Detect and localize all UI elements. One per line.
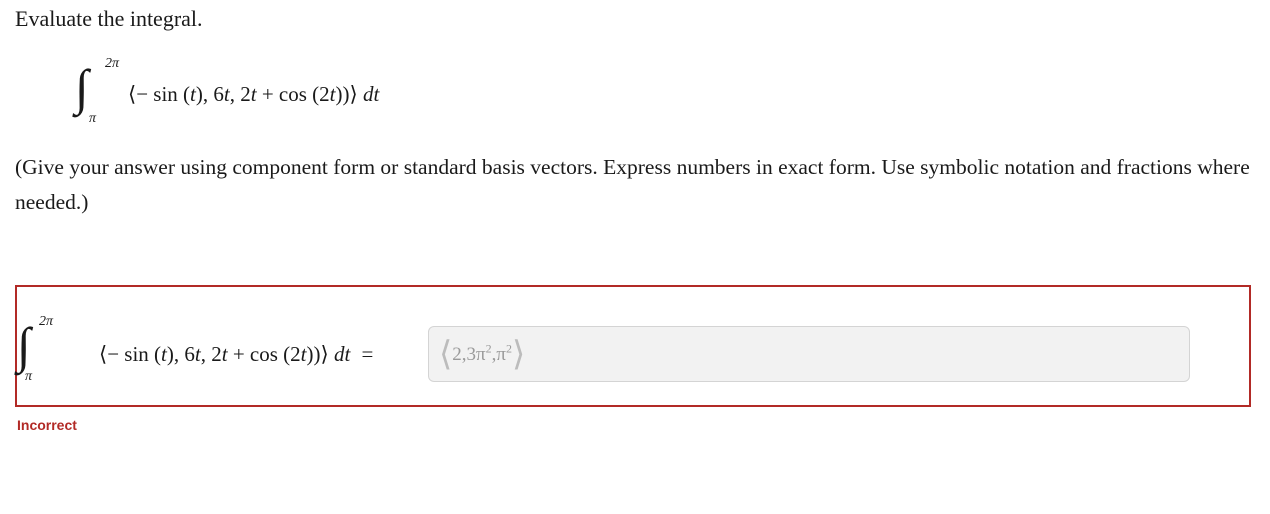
prompt-text: Evaluate the integral. (15, 6, 203, 31)
question-integral: ∫ 2π π ⟨− sin (t), 6t, 2t + cos (2t))⟩ d… (75, 56, 435, 136)
open-angle-bracket: ⟨ (439, 336, 453, 373)
answer-integral: ∫ 2π π ⟨− sin (t), 6t, 2t + cos (2t))⟩ d… (17, 314, 417, 394)
integral-sign: ∫ (75, 59, 89, 115)
lower-limit: π (89, 111, 97, 126)
instructions-text: (Give your answer using component form o… (15, 155, 1250, 214)
answer-value: ⟨2,3π2,π2⟩ (439, 336, 526, 373)
integrand: ⟨− sin (t), 6t, 2t + cos (2t))⟩ dt (128, 82, 380, 106)
answer-box: ∫ 2π π ⟨− sin (t), 6t, 2t + cos (2t))⟩ d… (15, 285, 1251, 407)
close-angle-bracket: ⟩ (511, 336, 526, 373)
integral-sign: ∫ (17, 317, 31, 373)
upper-limit: 2π (39, 314, 54, 329)
status-message: Incorrect (17, 417, 77, 433)
answer-input[interactable]: ⟨2,3π2,π2⟩ (428, 326, 1190, 382)
equals-sign: = (361, 342, 374, 366)
lower-limit: π (25, 369, 33, 384)
integrand: ⟨− sin (t), 6t, 2t + cos (2t))⟩ dt = (99, 342, 374, 366)
upper-limit: 2π (105, 56, 120, 71)
